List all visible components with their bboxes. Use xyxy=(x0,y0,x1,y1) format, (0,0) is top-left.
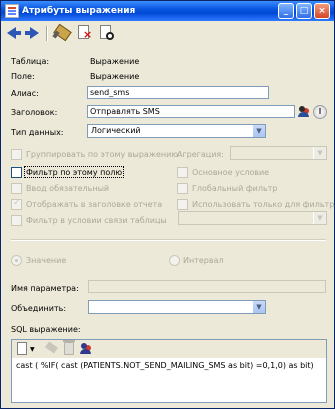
back-button[interactable] xyxy=(5,24,23,42)
alias-input[interactable]: send_sms xyxy=(87,86,269,99)
sql-editor[interactable]: ▼ cast ( %IF( cast (PATIENTS.NOT_SEND_MA… xyxy=(11,339,327,403)
cancel-circle-icon xyxy=(106,32,114,40)
combine-select[interactable]: ▼ xyxy=(88,300,266,314)
use-only-for-filter-checkbox[interactable] xyxy=(177,199,188,210)
sql-label: SQL выражение: xyxy=(11,325,81,334)
heading-label: Заголовок: xyxy=(11,108,58,117)
show-in-report-header-label: Отображать в заголовке отчета xyxy=(26,200,163,209)
required-input-label: Ввод обязательный xyxy=(26,184,110,193)
divider xyxy=(11,239,326,241)
trash-icon[interactable] xyxy=(63,340,75,355)
close-button[interactable]: × xyxy=(314,3,330,19)
sql-toolbar: ▼ xyxy=(12,340,326,358)
wand-icon[interactable] xyxy=(53,24,71,42)
toolbar: × xyxy=(5,24,325,44)
show-in-report-header-checkbox[interactable] xyxy=(11,198,22,210)
radio-value-label: Значение xyxy=(26,256,67,265)
table-label: Таблица: xyxy=(11,57,50,66)
heading-input[interactable]: Отправлять SMS xyxy=(87,105,295,118)
filter-in-table-link-checkbox[interactable] xyxy=(11,215,22,226)
global-filter-label: Глобальный фильтр xyxy=(192,184,278,193)
datatype-label: Тип данных: xyxy=(11,128,64,137)
group-by-checkbox[interactable] xyxy=(11,149,22,160)
alias-label: Алиас: xyxy=(11,89,39,98)
window-title: Атрибуты выражения xyxy=(22,6,136,16)
table-link-select[interactable]: ▼ xyxy=(178,211,327,225)
chevron-down-icon[interactable]: ▼ xyxy=(252,301,265,313)
maximize-button[interactable]: □ xyxy=(296,3,312,19)
chevron-down-icon[interactable]: ▼ xyxy=(252,125,265,137)
arrow-right-icon xyxy=(30,27,39,39)
param-name-input[interactable] xyxy=(88,280,326,293)
minimize-button[interactable]: _ xyxy=(278,3,294,19)
global-filter-checkbox[interactable] xyxy=(177,183,188,194)
circle-icon[interactable] xyxy=(313,105,327,119)
cancel-document-button[interactable] xyxy=(97,24,115,42)
radio-interval[interactable] xyxy=(169,255,180,266)
delete-document-button[interactable]: × xyxy=(75,24,93,42)
table-value: Выражение xyxy=(90,57,140,66)
delete-x-icon: × xyxy=(83,28,93,41)
radio-interval-label: Интервал xyxy=(183,256,224,265)
use-only-for-filter-label: Использовать только для фильтра xyxy=(192,200,335,209)
dropdown-arrow-icon[interactable]: ▼ xyxy=(30,346,35,353)
radio-value[interactable] xyxy=(11,255,22,266)
forward-button[interactable] xyxy=(25,24,43,42)
main-condition-label: Основное условие xyxy=(192,168,270,177)
filter-by-field-checkbox[interactable] xyxy=(11,167,22,178)
title-bar[interactable]: Атрибуты выражения _ □ × xyxy=(1,1,334,21)
filter-by-field-label: Фильтр по этому полю xyxy=(26,168,123,177)
datatype-select[interactable]: Логический ▼ xyxy=(87,124,266,138)
persons-icon[interactable] xyxy=(79,342,93,356)
chevron-down-icon[interactable]: ▼ xyxy=(313,147,326,159)
param-name-label: Имя параметра: xyxy=(11,284,79,293)
sql-expression-text[interactable]: cast ( %IF( cast (PATIENTS.NOT_SEND_MAIL… xyxy=(16,361,314,370)
main-condition-checkbox[interactable] xyxy=(177,167,188,178)
persons-icon[interactable] xyxy=(297,105,311,119)
field-label: Поле: xyxy=(11,72,35,81)
chevron-down-icon[interactable]: ▼ xyxy=(313,212,326,224)
filter-in-table-link-label: Фильтр в условии связи таблицы xyxy=(26,216,167,225)
window-icon xyxy=(5,4,19,18)
field-value: Выражение xyxy=(90,72,140,81)
wand-icon[interactable] xyxy=(45,342,57,354)
group-by-label: Группировать по этому выражению xyxy=(26,150,179,159)
attributes-dialog: Атрибуты выражения _ □ × × Таблица: Выра… xyxy=(0,0,335,409)
required-input-checkbox[interactable] xyxy=(11,183,22,194)
new-document-icon[interactable] xyxy=(17,342,27,355)
aggregation-select[interactable]: ▼ xyxy=(230,146,327,160)
aggregation-label: Агрегация: xyxy=(177,150,224,159)
toolbar-separator xyxy=(46,26,48,41)
combine-label: Объединить: xyxy=(11,304,67,313)
datatype-value: Логический xyxy=(91,126,141,135)
